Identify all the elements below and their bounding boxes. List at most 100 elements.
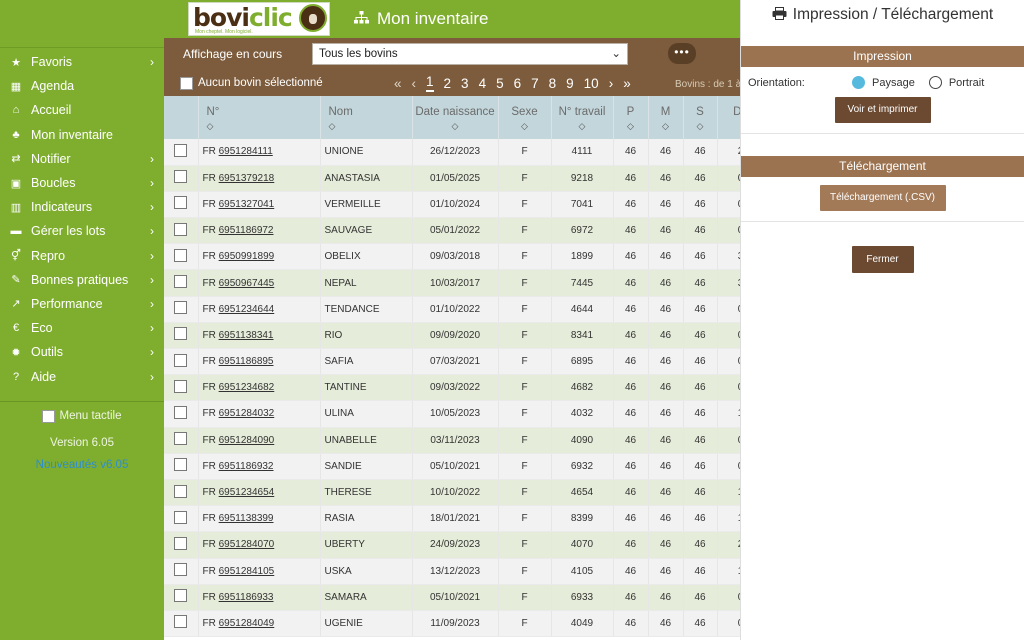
table-row[interactable]: FR 6950991899 OBELIX 09/03/2018 F 1899 46 46 46… (164, 243, 740, 271)
download-csv-button[interactable]: Téléchargement (.CSV) (819, 185, 946, 211)
table-row[interactable]: FR 6951186895SAFIA07/03/2021F68954646460 (164, 348, 740, 376)
table-row[interactable]: FR 6951186972 SAUVAGE 05/01/2022 F 6972 46 46 4… (164, 217, 740, 245)
sort-icon[interactable]: ◇ (614, 121, 648, 132)
page-button-3[interactable]: 3 (461, 76, 469, 91)
sidebar-item-repro[interactable]: ⚥ Repro › (0, 244, 164, 268)
animal-id-number[interactable]: 6951284090 (219, 435, 275, 446)
select-all-checkbox[interactable] (180, 77, 193, 90)
table-row[interactable]: FR 6951284090 UNABELLE 03/11/2023 F 4090 46 46… (164, 427, 740, 454)
sidebar-item-mon-inventaire[interactable]: ♣ Mon inventaire (0, 123, 164, 147)
page-button-9[interactable]: 9 (566, 76, 574, 91)
page-button-5[interactable]: 5 (496, 76, 504, 91)
table-row[interactable]: FR 6951234654 THERESE 10/10/2022 F 4654 46 46 4… (164, 479, 740, 507)
row-checkbox[interactable] (174, 353, 188, 367)
animal-id-number[interactable]: 6951186972 (219, 225, 274, 236)
table-row[interactable]: FR 6951284070 UBERTY 24/09/2023 F 4070 46 46 46… (164, 531, 740, 559)
animal-id-number[interactable]: 6951138341 (219, 330, 274, 341)
landscape-radio[interactable] (852, 76, 865, 89)
sidebar-item-accueil[interactable]: ⌂ Accueil (0, 98, 164, 122)
column-header[interactable]: P ◇ (613, 96, 649, 139)
sidebar-item-performance[interactable]: ↗ Performance › (0, 292, 164, 316)
sort-icon[interactable]: ◇ (684, 121, 717, 132)
last-page-button[interactable]: » (623, 76, 631, 91)
page-button-10[interactable]: 10 (584, 76, 599, 91)
animal-id-number[interactable]: 6951284111 (219, 146, 273, 157)
table-row[interactable]: FR 6951234644 TENDANCE 01/10/2022 F 4644 46 46… (164, 296, 740, 323)
row-checkbox[interactable] (174, 301, 188, 315)
row-checkbox[interactable] (174, 248, 188, 262)
animal-id-number[interactable]: 6951234654 (219, 487, 275, 498)
page-button-4[interactable]: 4 (479, 76, 487, 91)
animal-id-number[interactable]: 6951186895 (219, 356, 274, 367)
animal-id-number[interactable]: 6951284105 (219, 566, 275, 577)
animal-id-number[interactable]: 6950967445 (219, 278, 275, 289)
news-link[interactable]: Nouveautés v6.05 (0, 459, 164, 471)
column-header[interactable]: Nom ◇ (320, 96, 413, 139)
table-row[interactable]: FR 6951284105USKA13/12/2023F41054646461 (164, 558, 740, 585)
sidebar-item-aide[interactable]: ? Aide › (0, 364, 164, 388)
landscape-label[interactable]: Paysage (872, 77, 915, 89)
animal-id-number[interactable]: 6951327041 (219, 199, 275, 210)
animal-id-link[interactable]: FR 6950967445 (198, 269, 321, 297)
sort-icon[interactable]: ◇ (413, 121, 498, 132)
animal-id-number[interactable]: 6951138399 (219, 513, 274, 524)
sort-icon[interactable]: ◇ (649, 121, 683, 132)
row-checkbox[interactable] (174, 327, 188, 341)
animal-id-link[interactable]: FR 6951138341 (198, 322, 321, 350)
sort-icon[interactable]: ◇ (552, 121, 613, 132)
row-checkbox[interactable] (174, 196, 188, 210)
logo[interactable]: boviclic Mon cheptel. Mon logiciel. (188, 2, 330, 36)
first-page-button[interactable]: « (394, 76, 402, 91)
row-checkbox[interactable] (174, 379, 188, 393)
column-header[interactable]: Da (717, 96, 740, 139)
animal-id-link[interactable]: FR 6951186933 (198, 584, 321, 611)
portrait-label[interactable]: Portrait (949, 77, 984, 89)
sidebar-item-g-rer-les-lots[interactable]: ▬ Gérer les lots › (0, 219, 164, 243)
animal-id-link[interactable]: FR 6951284090 (198, 427, 321, 454)
menu-tactile-toggle[interactable]: Menu tactile (0, 409, 164, 423)
animal-id-number[interactable]: 6951284032 (219, 408, 275, 419)
animal-id-number[interactable]: 6951234644 (219, 304, 275, 315)
sidebar-item-indicateurs[interactable]: ▥ Indicateurs › (0, 195, 164, 219)
sidebar-item-outils[interactable]: ✹ Outils › (0, 340, 164, 364)
animal-id-link[interactable]: FR 6951327041 (198, 191, 321, 219)
row-checkbox[interactable] (174, 432, 188, 446)
animal-id-link[interactable]: FR 6951186895 (198, 348, 321, 376)
animal-id-link[interactable]: FR 6951186932 (198, 453, 321, 480)
column-header[interactable]: M ◇ (648, 96, 684, 139)
table-row[interactable]: FR 6951186933 SAMARA 05/10/2021 F 6933 46 46 46… (164, 584, 740, 611)
row-checkbox[interactable] (174, 458, 188, 472)
row-checkbox[interactable] (174, 275, 188, 289)
animal-id-number[interactable]: 6951284070 (219, 539, 275, 550)
sidebar-item-eco[interactable]: € Eco › (0, 316, 164, 340)
animal-id-link[interactable]: FR 6951138399 (198, 505, 321, 533)
animal-id-link[interactable]: FR 6951284111 (198, 139, 321, 166)
row-checkbox[interactable] (174, 589, 188, 603)
row-checkbox[interactable] (174, 510, 188, 524)
prev-page-button[interactable]: ‹ (412, 76, 417, 91)
animal-id-link[interactable]: FR 6950991899 (198, 243, 321, 271)
close-button[interactable]: Fermer (851, 246, 914, 273)
column-header[interactable]: Sexe ◇ (498, 96, 552, 139)
column-header[interactable]: S ◇ (683, 96, 718, 139)
portrait-radio[interactable] (928, 76, 942, 89)
menu-tactile-checkbox[interactable] (42, 409, 56, 423)
animal-id-number[interactable]: 6951234682 (219, 382, 275, 393)
animal-id-number[interactable]: 6950991899 (219, 251, 275, 262)
row-checkbox[interactable] (174, 484, 188, 498)
row-checkbox[interactable] (174, 615, 188, 629)
sidebar-item-notifier[interactable]: ⇄ Notifier › (0, 147, 164, 171)
table-row[interactable]: FR 6951138341RIO09/09/2020F83414646460 (164, 322, 740, 350)
animal-id-link[interactable]: FR 6951284032 (198, 400, 321, 428)
table-row[interactable]: FR 6951284032ULINA10/05/2023F40324646461 (164, 400, 740, 428)
sidebar-item-agenda[interactable]: ▦ Agenda (0, 74, 164, 98)
animal-id-link[interactable]: FR 6951234654 (198, 479, 321, 507)
row-checkbox[interactable] (174, 170, 188, 184)
animal-id-link[interactable]: FR 6951284105 (198, 558, 321, 585)
animal-id-number[interactable]: 6951284049 (219, 618, 275, 629)
next-page-button[interactable]: › (609, 76, 614, 91)
animal-id-link[interactable]: FR 6951284049 (198, 610, 321, 638)
sidebar-item-boucles[interactable]: ▣ Boucles › (0, 171, 164, 195)
table-row[interactable]: FR 6951284111 UNIONE 26/12/2023 F 4111 46 46 46… (164, 139, 740, 166)
animal-id-link[interactable]: FR 6951186972 (198, 217, 321, 245)
